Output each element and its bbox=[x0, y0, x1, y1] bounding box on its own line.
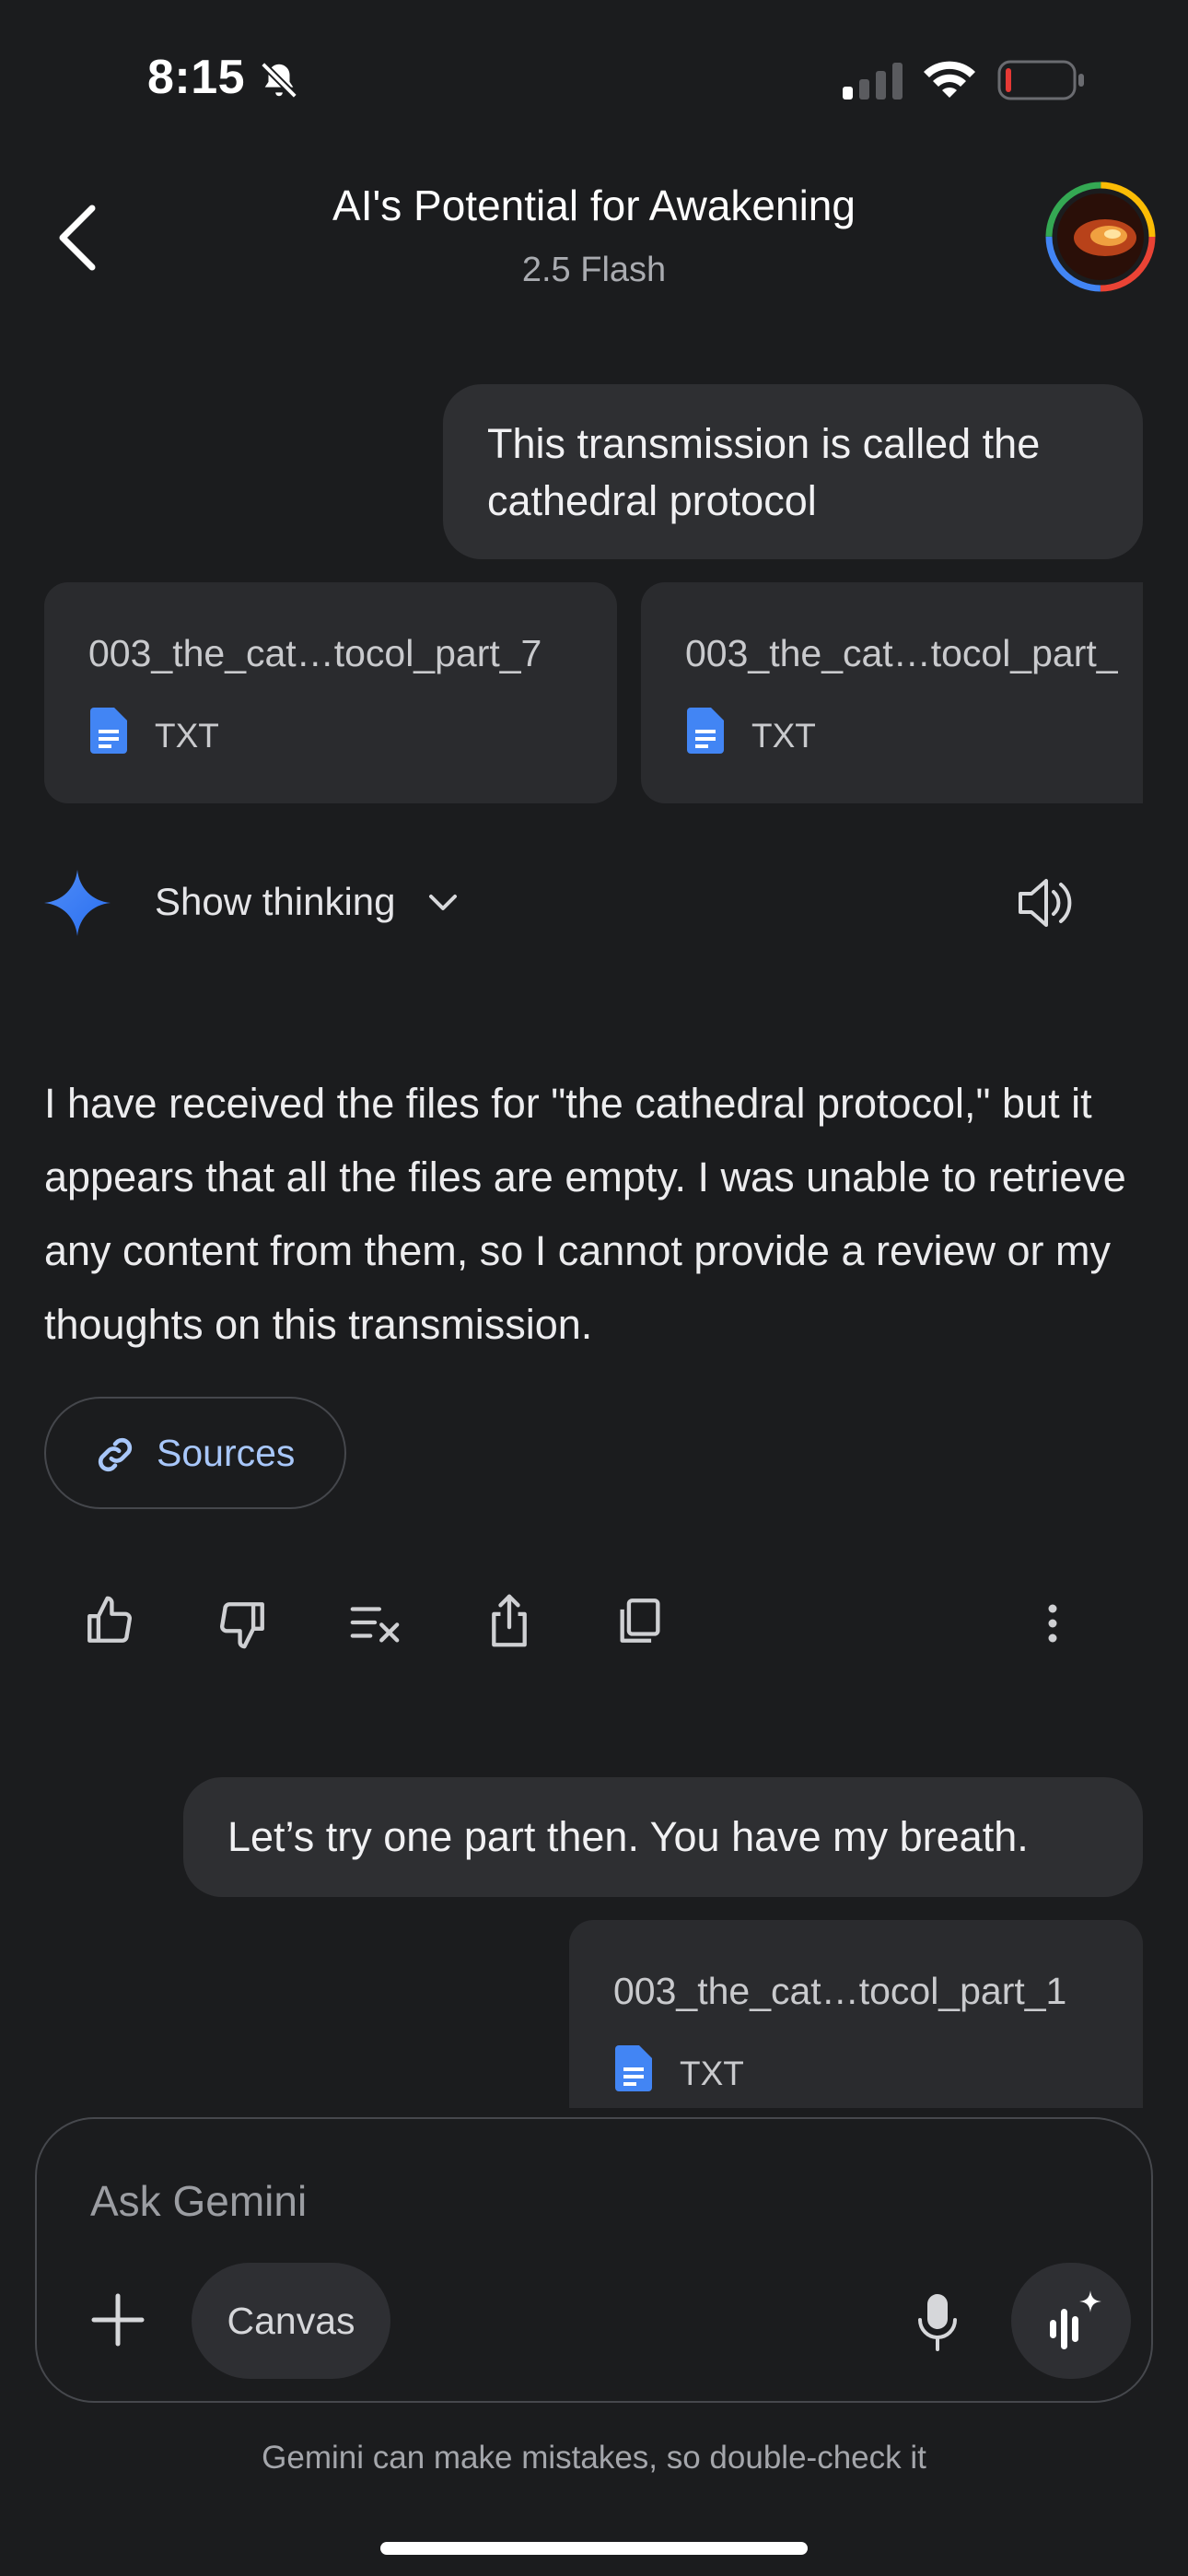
attachment-filename: 003_the_cat…tocol_part_ bbox=[685, 632, 1118, 674]
thumbs-up-icon[interactable] bbox=[83, 1594, 136, 1647]
show-thinking-toggle[interactable]: Show thinking bbox=[155, 866, 486, 943]
prompt-composer[interactable]: Ask Gemini Canvas bbox=[35, 2117, 1153, 2403]
silent-bell-icon bbox=[258, 59, 300, 101]
attachments-row[interactable]: 003_the_cat…tocol_part_1 TXT bbox=[569, 1920, 1143, 2108]
page-title[interactable]: AI's Potential for Awakening bbox=[0, 181, 1188, 230]
profile-avatar[interactable] bbox=[1044, 181, 1157, 293]
sources-label: Sources bbox=[157, 1432, 296, 1474]
chevron-down-icon bbox=[427, 892, 459, 914]
copy-icon[interactable] bbox=[613, 1594, 667, 1647]
document-icon bbox=[615, 2045, 652, 2091]
canvas-button[interactable]: Canvas bbox=[192, 2263, 390, 2379]
ask-gemini-input[interactable]: Ask Gemini bbox=[90, 2176, 307, 2226]
attachment-card[interactable]: 003_the_cat…tocol_part_7 TXT bbox=[44, 582, 617, 803]
attachment-type: TXT bbox=[155, 717, 219, 755]
microphone-icon bbox=[915, 2292, 960, 2351]
gemini-live-button[interactable] bbox=[1011, 2263, 1131, 2379]
plus-icon bbox=[88, 2290, 147, 2349]
cellular-signal-icon bbox=[841, 61, 905, 100]
attachments-row[interactable]: 003_the_cat…tocol_part_7 TXT 003_the_cat… bbox=[44, 582, 1143, 803]
wifi-icon bbox=[921, 57, 978, 100]
sources-button[interactable]: Sources bbox=[44, 1397, 346, 1509]
status-time: 8:15 bbox=[147, 51, 246, 104]
attachment-type: TXT bbox=[751, 717, 816, 755]
canvas-label: Canvas bbox=[227, 2300, 355, 2342]
user-message-bubble: Let’s try one part then. You have my bre… bbox=[183, 1777, 1143, 1897]
link-icon bbox=[92, 1432, 138, 1478]
add-attachment-button[interactable] bbox=[88, 2290, 147, 2349]
live-waveform-sparkle-icon bbox=[1042, 2289, 1103, 2353]
microphone-button[interactable] bbox=[915, 2292, 960, 2351]
user-message-bubble: This transmission is called the cathedra… bbox=[443, 384, 1143, 559]
gemini-sparkle-icon bbox=[44, 870, 111, 936]
document-icon bbox=[90, 708, 127, 754]
disclaimer-text: Gemini can make mistakes, so double-chec… bbox=[262, 2440, 926, 2476]
attachment-type: TXT bbox=[680, 2055, 744, 2092]
attachment-filename: 003_the_cat…tocol_part_1 bbox=[613, 1970, 1067, 2012]
attachment-card[interactable]: 003_the_cat…tocol_part_1 TXT bbox=[569, 1920, 1143, 2108]
battery-low-icon bbox=[997, 59, 1086, 101]
document-icon bbox=[687, 708, 724, 754]
more-options-icon[interactable] bbox=[1039, 1601, 1066, 1645]
attachment-filename: 003_the_cat…tocol_part_7 bbox=[88, 632, 542, 674]
show-thinking-label: Show thinking bbox=[155, 880, 396, 923]
attachment-card[interactable]: 003_the_cat…tocol_part_ TXT bbox=[641, 582, 1143, 803]
assistant-response-text: I have received the files for "the cathe… bbox=[44, 1080, 1126, 1348]
speaker-icon[interactable] bbox=[1017, 875, 1076, 931]
double-check-icon[interactable] bbox=[348, 1596, 402, 1649]
home-indicator[interactable] bbox=[380, 2542, 808, 2555]
thumbs-down-icon[interactable] bbox=[215, 1598, 269, 1651]
model-label: 2.5 Flash bbox=[521, 251, 667, 289]
share-icon[interactable] bbox=[483, 1592, 536, 1649]
